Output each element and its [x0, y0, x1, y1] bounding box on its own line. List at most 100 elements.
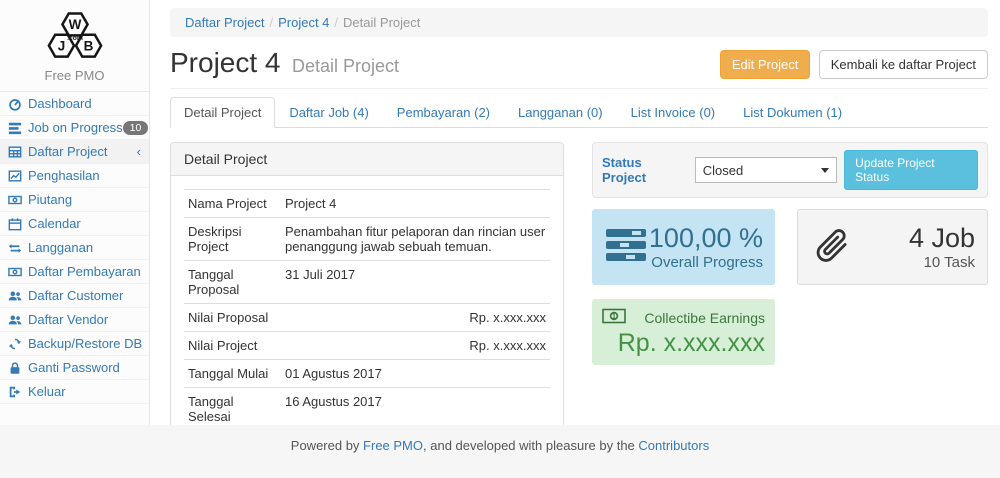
sidebar-nav: Dashboard Job on Progress 10 Daftar Proj… — [0, 92, 149, 404]
exchange-icon — [8, 241, 22, 255]
page-title: Project 4 — [170, 47, 281, 78]
sidebar-item-label: Keluar — [28, 384, 66, 399]
row-value: Rp. x.xxx.xxx — [281, 304, 550, 332]
sign-out-icon — [8, 385, 22, 399]
collectible-earnings-box: 1 Collectibe Earnings Rp. x.xxx.xxx — [592, 299, 775, 365]
table-icon — [8, 145, 22, 159]
svg-text:J: J — [57, 39, 65, 54]
header-buttons: Edit Project Kembali ke daftar Project — [720, 50, 988, 79]
breadcrumb: Daftar Project / Project 4 / Detail Project — [170, 8, 988, 37]
svg-text:B: B — [83, 39, 93, 54]
sidebar-item-backup-restore[interactable]: Backup/Restore DB — [0, 332, 149, 356]
sidebar-item-penghasilan[interactable]: Penghasilan — [0, 164, 149, 188]
sidebar-item-label: Penghasilan — [28, 168, 100, 183]
sidebar-item-daftar-vendor[interactable]: Daftar Vendor — [0, 308, 149, 332]
update-status-button[interactable]: Update Project Status — [844, 150, 978, 190]
edit-project-button[interactable]: Edit Project — [720, 50, 810, 79]
earnings-label: Collectibe Earnings — [644, 310, 765, 326]
footer: Powered by Free PMO, and developed with … — [0, 425, 1000, 478]
row-value: Rp. x.xxx.xxx — [281, 332, 550, 360]
tasks-icon — [8, 121, 22, 135]
sidebar-item-label: Daftar Pembayaran — [28, 264, 141, 279]
footer-text-prefix: Powered by — [291, 438, 363, 453]
sidebar-item-daftar-pembayaran[interactable]: Daftar Pembayaran — [0, 260, 149, 284]
table-row: Tanggal Proposal 31 Juli 2017 — [184, 261, 550, 304]
tab-pembayaran[interactable]: Pembayaran (2) — [383, 97, 504, 128]
row-value: Project 4 — [281, 190, 550, 218]
breadcrumb-separator: / — [334, 15, 338, 30]
sidebar-item-label: Daftar Project — [28, 144, 107, 159]
status-select-value: Closed — [703, 163, 743, 178]
tab-list-invoice[interactable]: List Invoice (0) — [617, 97, 730, 128]
overall-progress-value: 100,00 % — [648, 223, 763, 253]
free-pmo-app: J B W .com Free PMO Dashboard Job on Pro… — [0, 0, 1000, 478]
row-value: 01 Agustus 2017 — [281, 360, 550, 388]
users-icon — [8, 289, 22, 303]
status-project-well: Status Project Closed Update Project Sta… — [592, 142, 988, 198]
row-label: Nilai Project — [184, 332, 281, 360]
footer-text-middle: , and developed with pleasure by the — [423, 438, 638, 453]
money-icon — [8, 265, 22, 279]
earnings-value: Rp. x.xxx.xxx — [602, 329, 765, 357]
jwb-logo-icon: J B W .com — [36, 7, 114, 65]
job-task-box: 4 Job 10 Task — [797, 209, 988, 285]
money-bill-icon: 1 — [602, 308, 626, 327]
svg-text:1: 1 — [612, 314, 616, 321]
sidebar-item-label: Daftar Customer — [28, 288, 123, 303]
page-header: Project 4 Detail Project Edit Project Ke… — [170, 47, 988, 89]
row-label: Tanggal Mulai — [184, 360, 281, 388]
svg-text:W: W — [68, 17, 81, 32]
project-tabs: Detail Project Daftar Job (4) Pembayaran… — [170, 97, 988, 128]
back-to-list-button[interactable]: Kembali ke daftar Project — [819, 50, 988, 79]
table-row: Tanggal Mulai 01 Agustus 2017 — [184, 360, 550, 388]
svg-text:.com: .com — [67, 35, 83, 42]
table-row: Nilai Proposal Rp. x.xxx.xxx — [184, 304, 550, 332]
job-count-value: 4 Job — [852, 223, 975, 253]
breadcrumb-daftar-project[interactable]: Daftar Project — [185, 15, 264, 30]
sidebar-item-ganti-password[interactable]: Ganti Password — [0, 356, 149, 380]
tasks-icon — [604, 226, 648, 269]
tab-list-dokumen[interactable]: List Dokumen (1) — [729, 97, 856, 128]
overall-progress-box: 100,00 % Overall Progress — [592, 209, 775, 285]
sidebar: J B W .com Free PMO Dashboard Job on Pro… — [0, 0, 150, 425]
sidebar-item-daftar-customer[interactable]: Daftar Customer — [0, 284, 149, 308]
users-icon — [8, 313, 22, 327]
chevron-left-icon: ‹ — [137, 144, 141, 159]
sidebar-item-dashboard[interactable]: Dashboard — [0, 92, 149, 116]
table-row: Nilai Project Rp. x.xxx.xxx — [184, 332, 550, 360]
tab-detail-project[interactable]: Detail Project — [170, 97, 275, 128]
sidebar-item-label: Backup/Restore DB — [28, 336, 142, 351]
tab-daftar-job[interactable]: Daftar Job (4) — [275, 97, 382, 128]
panel-title: Detail Project — [171, 143, 563, 176]
sidebar-item-label: Piutang — [28, 192, 72, 207]
overall-progress-label: Overall Progress — [648, 254, 763, 271]
tab-langganan[interactable]: Langganan (0) — [504, 97, 617, 128]
sidebar-item-label: Job on Progress — [28, 120, 123, 135]
footer-brand-link[interactable]: Free PMO — [363, 438, 423, 453]
sidebar-item-keluar[interactable]: Keluar — [0, 380, 149, 404]
lock-icon — [8, 361, 22, 375]
sidebar-item-calendar[interactable]: Calendar — [0, 212, 149, 236]
page-subtitle: Detail Project — [292, 56, 399, 76]
calendar-icon — [8, 217, 22, 231]
refresh-icon — [8, 337, 22, 351]
brand-logo[interactable]: J B W .com Free PMO — [0, 0, 149, 92]
breadcrumb-project-4[interactable]: Project 4 — [278, 15, 329, 30]
sidebar-item-daftar-project[interactable]: Daftar Project ‹ — [0, 140, 149, 164]
table-row: Deskripsi Project Penambahan fitur pelap… — [184, 218, 550, 261]
sidebar-item-job-on-progress[interactable]: Job on Progress 10 — [0, 116, 149, 140]
row-value: 31 Juli 2017 — [281, 261, 550, 304]
breadcrumb-separator: / — [269, 15, 273, 30]
row-label: Tanggal Proposal — [184, 261, 281, 304]
line-chart-icon — [8, 169, 22, 183]
job-count-badge: 10 — [123, 121, 149, 135]
money-icon — [8, 193, 22, 207]
task-count-label: 10 Task — [852, 254, 975, 271]
breadcrumb-current: Detail Project — [343, 15, 420, 30]
brand-name: Free PMO — [0, 68, 149, 83]
status-select[interactable]: Closed — [695, 157, 837, 183]
sidebar-item-piutang[interactable]: Piutang — [0, 188, 149, 212]
row-value: Penambahan fitur pelaporan dan rincian u… — [281, 218, 550, 261]
footer-contributors-link[interactable]: Contributors — [638, 438, 709, 453]
sidebar-item-langganan[interactable]: Langganan — [0, 236, 149, 260]
